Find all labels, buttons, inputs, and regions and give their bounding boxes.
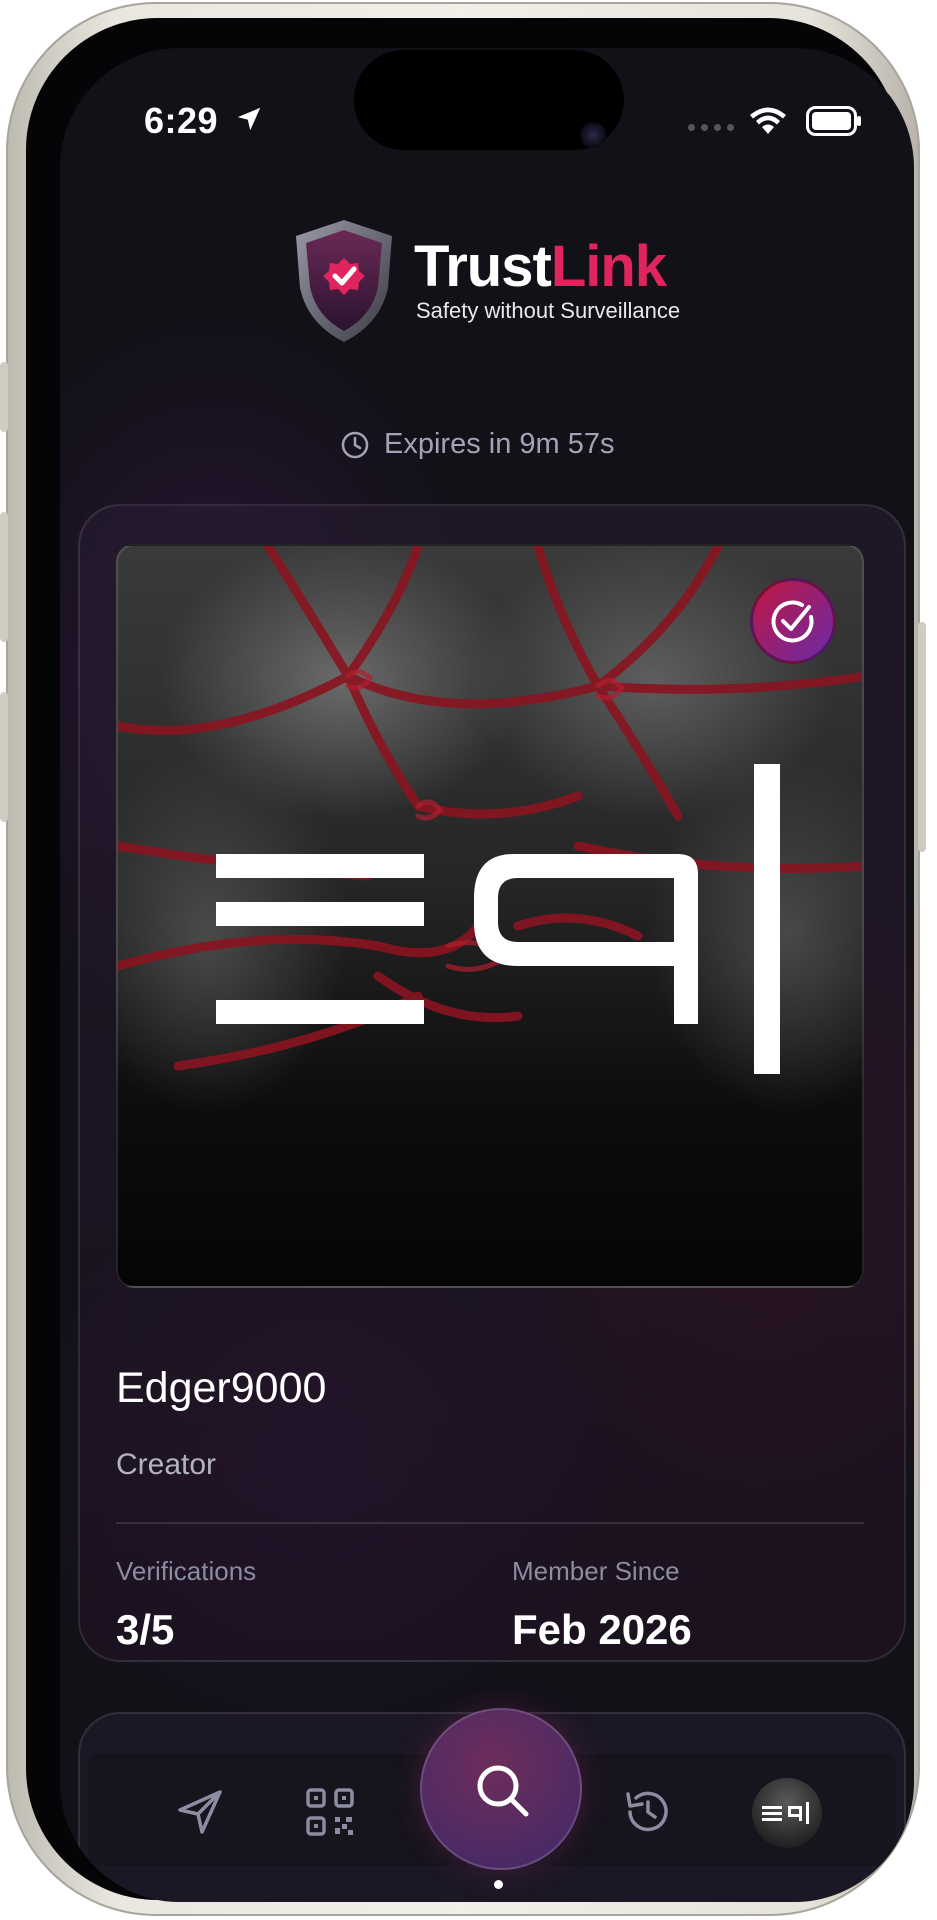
volume-down-button (0, 692, 8, 822)
wifi-icon (750, 107, 786, 134)
verified-badge (750, 578, 836, 664)
stat-label-verifications: Verifications (116, 1556, 257, 1586)
app-logo-subtitle: Safety without Surveillance (416, 298, 681, 323)
search-button[interactable] (420, 1708, 582, 1870)
history-icon[interactable] (620, 1784, 676, 1840)
profile-photo[interactable] (116, 544, 864, 1288)
verified-check-icon (771, 600, 814, 643)
divider (116, 1522, 864, 1524)
qr-code-icon[interactable] (302, 1784, 358, 1840)
profile-username: Edger9000 (116, 1364, 327, 1412)
signal-dots-icon (688, 124, 734, 131)
phone-frame: 6:29 TrustLink Safety without Surveillan… (0, 2, 926, 1916)
power-button (918, 622, 926, 852)
volume-up-button (0, 512, 8, 642)
status-time: 6:29 (144, 100, 219, 141)
shield-check-icon (296, 220, 392, 342)
app-logo-title: TrustLink (414, 238, 667, 296)
avatar[interactable] (752, 1778, 822, 1848)
stat-value-verifications: 3/5 (116, 1606, 175, 1653)
stat-value-member-since: Feb 2026 (512, 1606, 692, 1653)
location-arrow-icon (237, 107, 261, 131)
stat-label-member-since: Member Since (512, 1556, 680, 1586)
phone-bezel: 6:29 TrustLink Safety without Surveillan… (26, 18, 914, 1902)
clock-icon (341, 431, 369, 458)
logo-title-accent: Link (550, 234, 667, 299)
profile-role: Creator (116, 1448, 217, 1481)
photo-rope-pattern (118, 546, 862, 1074)
search-icon (477, 1765, 529, 1817)
logo-title-main: Trust (414, 234, 552, 299)
app-screen: 6:29 TrustLink Safety without Surveillan… (60, 48, 914, 1902)
active-indicator-dot (494, 1880, 503, 1889)
avatar-logo-mark (762, 1802, 809, 1824)
front-camera (580, 122, 606, 148)
expires-timer: Expires in 9m 57s (340, 428, 615, 461)
side-button (0, 362, 8, 432)
battery-icon (806, 106, 861, 136)
expires-text: Expires in 9m 57s (384, 428, 615, 460)
paper-plane-icon[interactable] (172, 1784, 228, 1840)
